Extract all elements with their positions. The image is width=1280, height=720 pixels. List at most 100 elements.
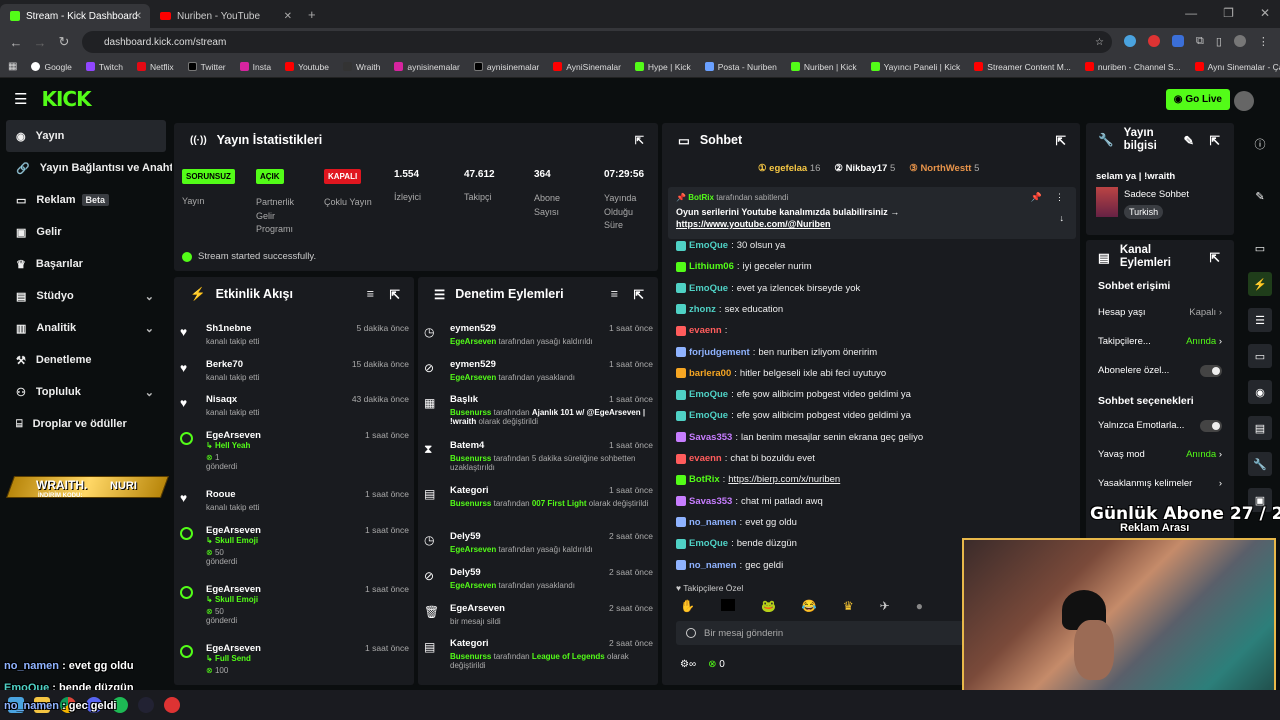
edit-icon[interactable]: ✎: [1248, 184, 1272, 208]
back-icon[interactable]: ←: [4, 35, 28, 50]
tab-youtube[interactable]: Nuriben - YouTube ✕: [150, 4, 300, 28]
popout-icon[interactable]: ⇱: [635, 134, 644, 147]
tab-kick-dashboard[interactable]: Stream - Kick Dashboard ✕: [0, 4, 150, 28]
setting-row-subscribers[interactable]: Abonelere özel...: [1086, 356, 1234, 385]
chat-message[interactable]: Savas353: lan benim mesajlar senin ekrana…: [676, 432, 923, 443]
new-tab-button[interactable]: +: [300, 7, 324, 28]
sidebar-item-ads[interactable]: ▭ Reklam Beta: [0, 184, 172, 216]
chat-username[interactable]: evaenn: [689, 453, 722, 464]
bookmark-item[interactable]: Hype | Kick: [634, 62, 691, 72]
chat-message[interactable]: EmoQue: efe şow alibicim pobgest video ge…: [676, 389, 911, 400]
broadcast-icon[interactable]: ◉: [1248, 380, 1272, 404]
forward-icon[interactable]: →: [28, 35, 52, 50]
chat-message[interactable]: EmoQue: evet ya izlencek birseyde yok: [676, 283, 860, 294]
chat-message[interactable]: zhonz: sex education: [676, 304, 783, 315]
unpin-icon[interactable]: 📌: [1031, 192, 1042, 203]
emoji-icon[interactable]: [686, 628, 696, 638]
bookmark-item[interactable]: Wraith: [342, 62, 380, 72]
setting-row-followers[interactable]: Takipçilere... Anında ›: [1086, 327, 1234, 356]
close-tab-icon[interactable]: ✕: [134, 11, 142, 22]
bookmark-item[interactable]: Aynı Sinemalar - Ça...: [1194, 62, 1280, 72]
sidebar-item-drops[interactable]: ⌸ Droplar ve ödüller: [0, 408, 172, 440]
lightning-icon[interactable]: ⚡: [1248, 272, 1272, 296]
chat-message[interactable]: forjudgement: ben nuriben izliyom öneriri…: [676, 347, 877, 358]
popout-icon[interactable]: ⇱: [1210, 133, 1220, 148]
profile-icon[interactable]: [1233, 35, 1246, 47]
settings-icon[interactable]: ⚙∞: [680, 659, 696, 670]
address-bar[interactable]: dashboard.kick.com/stream ☆: [82, 31, 1112, 53]
chat-message[interactable]: no_namen: evet gg oldu: [676, 517, 797, 528]
chat-username[interactable]: barlera00: [689, 368, 731, 379]
bookmark-item[interactable]: AyniSinemalar: [553, 62, 621, 72]
kick-logo[interactable]: KICK: [41, 87, 91, 111]
chat-bubble-icon[interactable]: ▭: [1248, 344, 1272, 368]
hamburger-menu-icon[interactable]: ☰: [14, 90, 27, 108]
chat-username[interactable]: evaenn: [689, 325, 722, 336]
menu-kebab-icon[interactable]: ⋮: [1258, 35, 1269, 48]
emote[interactable]: 🐸: [761, 599, 776, 613]
chat-username[interactable]: BotRix: [689, 474, 720, 485]
info-icon[interactable]: ⓘ: [1248, 132, 1272, 156]
maximize-icon[interactable]: ❐: [1223, 6, 1234, 20]
bookmark-item[interactable]: Streamer Content M...: [974, 62, 1071, 72]
chat-username[interactable]: no_namen: [689, 560, 737, 571]
edit-icon[interactable]: ✎: [1184, 133, 1194, 148]
collapse-icon[interactable]: ↓: [1060, 213, 1065, 223]
popout-icon[interactable]: ⇱: [1210, 250, 1220, 265]
camera-icon[interactable]: ▭: [1248, 236, 1272, 260]
setting-row-banned-words[interactable]: Yasaklanmış kelimeler ›: [1086, 469, 1234, 498]
close-tab-icon[interactable]: ✕: [284, 11, 292, 22]
bookmark-item[interactable]: Youtube: [285, 62, 329, 72]
chat-username[interactable]: EmoQue: [689, 283, 728, 294]
reload-icon[interactable]: ↻: [52, 34, 76, 50]
setting-row-emote-only[interactable]: Yalnızca Emotlarla...: [1086, 411, 1234, 440]
sidebar-item-yayin[interactable]: ◉ Yayın: [6, 120, 166, 152]
channel-icon[interactable]: ▤: [1248, 416, 1272, 440]
setting-row-slow-mode[interactable]: Yavaş mod Anında ›: [1086, 440, 1234, 469]
chat-message[interactable]: Lithium06: iyi geceler nurim: [676, 261, 812, 272]
chat-username[interactable]: zhonz: [689, 304, 716, 315]
bookmark-item[interactable]: Twitch: [85, 62, 123, 72]
chat-username[interactable]: forjudgement: [689, 347, 750, 358]
popout-icon[interactable]: ⇱: [1056, 133, 1066, 148]
setting-row-account-age[interactable]: Hesap yaşı Kapalı ›: [1086, 298, 1234, 327]
chat-username[interactable]: EmoQue: [689, 410, 728, 421]
sidebar-item-analytics[interactable]: ▥ Analitik ⌄: [0, 312, 172, 344]
extension-icon[interactable]: [1148, 35, 1160, 47]
chat-message[interactable]: EmoQue: efe şow alibicim pobgest video ge…: [676, 410, 911, 421]
chat-username[interactable]: EmoQue: [689, 538, 728, 549]
emote[interactable]: ✈: [880, 599, 890, 613]
minimize-icon[interactable]: —: [1185, 6, 1197, 20]
chat-message[interactable]: no_namen: gec geldi: [676, 560, 783, 571]
sidebar-item-revenue[interactable]: ▣ Gelir: [0, 216, 172, 248]
close-window-icon[interactable]: ✕: [1260, 6, 1270, 20]
chat-message[interactable]: evaenn:: [676, 325, 730, 336]
chat-username[interactable]: no_namen: [689, 517, 737, 528]
chat-message[interactable]: EmoQue: bende düzgün: [676, 538, 797, 549]
sidebar-item-studio[interactable]: ▤ Stüdyo ⌄: [0, 280, 172, 312]
go-live-button[interactable]: ◉ Go Live: [1165, 89, 1230, 110]
chat-message[interactable]: BotRix: https://bierp.com/x/nuriben: [676, 474, 840, 485]
chat-username[interactable]: Savas353: [689, 432, 732, 443]
bookmark-item[interactable]: nuriben - Channel S...: [1084, 62, 1181, 72]
emote[interactable]: 😂: [802, 599, 817, 613]
pinned-message[interactable]: 📌 BotRix tarafından sabitlendi Oyun seri…: [668, 187, 1076, 239]
extension-icon[interactable]: [1172, 35, 1184, 47]
sidebar-item-moderation[interactable]: ⚒ Denetleme: [0, 344, 172, 376]
wrench-icon[interactable]: 🔧: [1248, 452, 1272, 476]
bookmark-item[interactable]: Nuriben | Kick: [790, 62, 857, 72]
bookmark-item[interactable]: Google: [31, 62, 72, 72]
chat-message[interactable]: Savas353: chat mi patladı awq: [676, 496, 823, 507]
chat-username[interactable]: Savas353: [689, 496, 732, 507]
sidebar-item-achievements[interactable]: ♛ Başarılar: [0, 248, 172, 280]
steam-icon[interactable]: [138, 697, 154, 713]
emote[interactable]: ●: [916, 599, 923, 613]
filter-icon[interactable]: ≡: [611, 287, 618, 301]
avatar[interactable]: [1234, 91, 1254, 111]
chat-username[interactable]: Lithium06: [689, 261, 734, 272]
bookmark-star-icon[interactable]: ☆: [1095, 37, 1104, 48]
emote[interactable]: ♛: [843, 599, 854, 613]
popout-icon[interactable]: ⇱: [390, 287, 400, 302]
list-icon[interactable]: ☰: [1248, 308, 1272, 332]
emote[interactable]: [720, 599, 735, 611]
